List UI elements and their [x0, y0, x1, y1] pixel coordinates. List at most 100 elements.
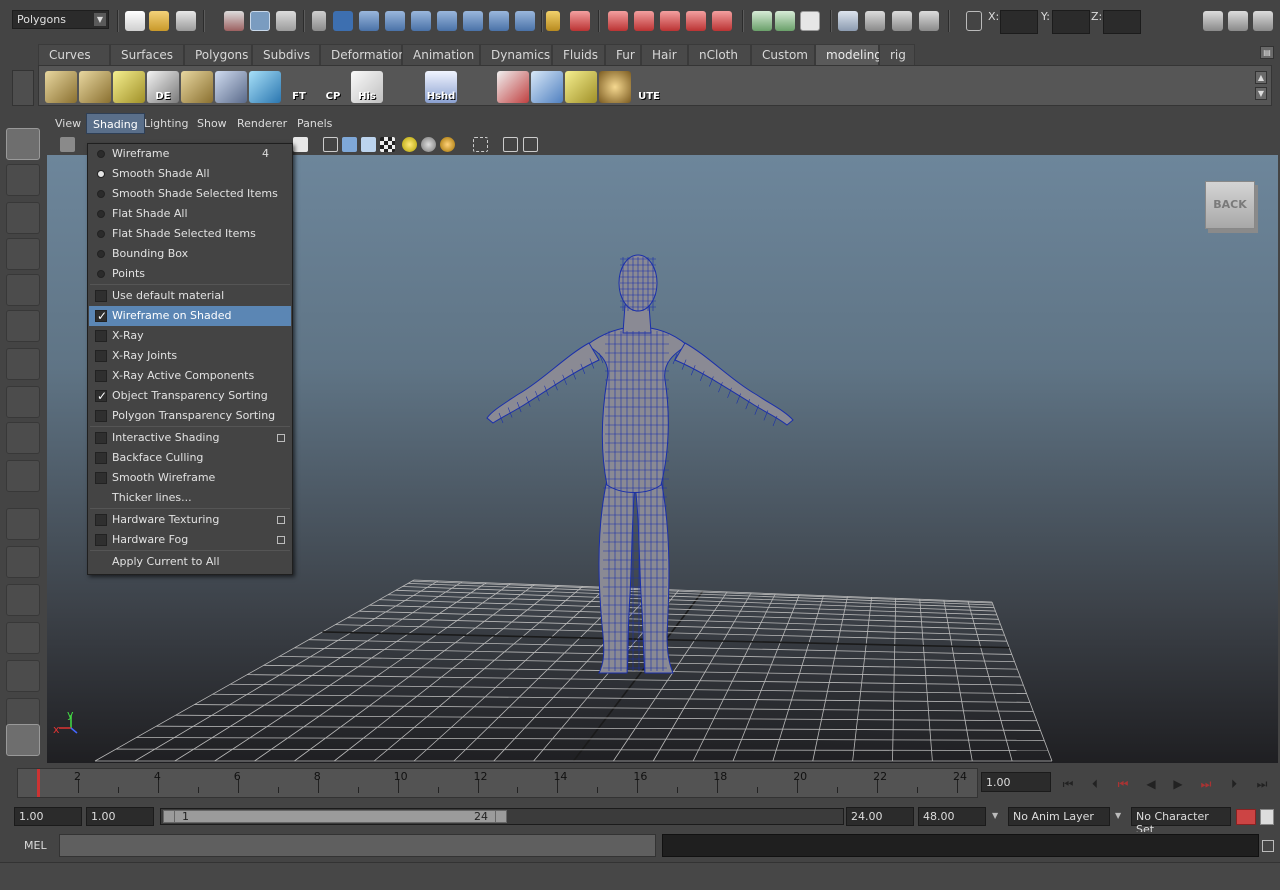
- view-cube[interactable]: BACK: [1205, 181, 1255, 229]
- uv-layout-icon[interactable]: [79, 71, 111, 103]
- range-slider-handle[interactable]: 1 24: [163, 810, 507, 823]
- input-output-icon[interactable]: [752, 11, 772, 31]
- shelf-tab-custom[interactable]: Custom: [751, 44, 815, 65]
- shelf-tab-subdivs[interactable]: Subdivs: [252, 44, 320, 65]
- shelf-tab-hair[interactable]: Hair: [641, 44, 688, 65]
- menu-item-polygon-transparency-sorting[interactable]: Polygon Transparency Sorting: [89, 406, 291, 426]
- snap-view-plane-icon[interactable]: [686, 11, 706, 31]
- menu-item-bounding-box[interactable]: Bounding Box: [89, 244, 291, 264]
- rotate-tool-icon[interactable]: [6, 274, 40, 306]
- select-deformations-icon[interactable]: [437, 11, 457, 31]
- anim-layer-field[interactable]: No Anim Layer: [1008, 807, 1110, 826]
- curve-icon[interactable]: [249, 71, 281, 103]
- snap-live-surface-icon[interactable]: [712, 11, 732, 31]
- chevron-down-icon[interactable]: ▼: [1115, 811, 1125, 821]
- render-current-frame-icon[interactable]: [865, 11, 885, 31]
- script-icon-3[interactable]: [705, 71, 737, 103]
- menu-item-x-ray[interactable]: X-Ray: [89, 326, 291, 346]
- curve-tool-icon[interactable]: [463, 71, 495, 103]
- his-script-icon[interactable]: His: [351, 71, 383, 103]
- uv-mapping-icon[interactable]: [113, 71, 145, 103]
- select-component-icon[interactable]: [276, 11, 296, 31]
- play-backward-icon[interactable]: ◀: [1141, 775, 1161, 793]
- shelf-tab-fur[interactable]: Fur: [605, 44, 641, 65]
- lasso-tool-icon[interactable]: [6, 164, 40, 196]
- go-to-start-icon[interactable]: ⏮: [1058, 775, 1078, 793]
- ft-script-icon[interactable]: FT: [283, 71, 315, 103]
- select-rendering-icon[interactable]: [489, 11, 509, 31]
- transform-field-icon[interactable]: [966, 11, 982, 31]
- range-handle-left[interactable]: [167, 811, 175, 822]
- render-settings-icon[interactable]: [919, 11, 939, 31]
- select-curves-icon[interactable]: [385, 11, 405, 31]
- go-to-end-icon[interactable]: ⏭: [1252, 775, 1272, 793]
- xray-components-icon[interactable]: [542, 137, 557, 152]
- smooth-shading-icon[interactable]: [342, 137, 357, 152]
- menu-item-thicker-lines[interactable]: Thicker lines...: [89, 488, 291, 508]
- menu-item-wireframe[interactable]: Wireframe 4: [89, 144, 291, 164]
- x-field[interactable]: [1000, 10, 1038, 34]
- globe-icon[interactable]: [599, 71, 631, 103]
- shelf-tab-animation[interactable]: Animation: [402, 44, 480, 65]
- paint-select-tool-icon[interactable]: [6, 202, 40, 234]
- shelf-scroll-down-icon[interactable]: ▼: [1255, 87, 1267, 100]
- soft-mod-tool-icon[interactable]: [6, 386, 40, 418]
- option-box-icon[interactable]: [277, 536, 285, 544]
- all-lights-icon[interactable]: [421, 137, 436, 152]
- construction-history-icon[interactable]: [775, 11, 795, 31]
- playback-end-field[interactable]: 24.00: [846, 807, 914, 826]
- cp-script-icon[interactable]: CP: [317, 71, 349, 103]
- select-hierarchy-icon[interactable]: [224, 11, 244, 31]
- range-slider-bar[interactable]: 1 24: [160, 808, 844, 825]
- option-box-icon[interactable]: [277, 516, 285, 524]
- panel-menu-view[interactable]: View: [49, 113, 87, 134]
- xray-icon[interactable]: [503, 137, 518, 152]
- option-box-icon[interactable]: [277, 434, 285, 442]
- menu-item-interactive-shading[interactable]: Interactive Shading: [89, 428, 291, 448]
- shelf-handle[interactable]: [12, 70, 34, 106]
- snap-curve-icon[interactable]: [634, 11, 654, 31]
- uv-edit-icon[interactable]: [181, 71, 213, 103]
- save-scene-icon[interactable]: [176, 11, 196, 31]
- menu-set-dropdown[interactable]: Polygons ▼: [12, 10, 109, 29]
- textured-icon[interactable]: [380, 137, 395, 152]
- wireframe-shading-icon[interactable]: [323, 137, 338, 152]
- attribute-editor-icon[interactable]: [1203, 11, 1223, 31]
- xray-joints-icon[interactable]: [523, 137, 538, 152]
- scale-tool-icon[interactable]: [6, 310, 40, 342]
- select-dynamics-icon[interactable]: [463, 11, 483, 31]
- menu-item-x-ray-active-components[interactable]: X-Ray Active Components: [89, 366, 291, 386]
- command-language-label[interactable]: MEL: [24, 839, 47, 852]
- animation-start-field[interactable]: 1.00: [14, 807, 82, 826]
- cone-smooth-icon[interactable]: [531, 71, 563, 103]
- lock-selection-icon[interactable]: [546, 11, 560, 31]
- animation-end-field[interactable]: 48.00: [918, 807, 986, 826]
- default-light-icon[interactable]: [402, 137, 417, 152]
- ute-script-icon[interactable]: UTE: [633, 71, 665, 103]
- menu-item-hardware-texturing[interactable]: Hardware Texturing: [89, 510, 291, 530]
- panel-menu-show[interactable]: Show: [191, 113, 233, 134]
- snap-point-icon[interactable]: [660, 11, 680, 31]
- play-forward-icon[interactable]: ▶: [1168, 775, 1188, 793]
- step-back-frame-icon[interactable]: ⏴: [1085, 775, 1105, 793]
- shelf-tab-fluids[interactable]: Fluids: [552, 44, 605, 65]
- script-icon-1[interactable]: [391, 71, 423, 103]
- menu-item-wireframe-on-shaded[interactable]: Wireframe on Shaded: [89, 306, 291, 326]
- panel-menu-panels[interactable]: Panels: [291, 113, 338, 134]
- select-surfaces-icon[interactable]: [411, 11, 431, 31]
- step-forward-key-icon[interactable]: ⏭: [1196, 775, 1216, 793]
- camera-icon[interactable]: [60, 137, 75, 152]
- highlight-selection-icon[interactable]: [570, 11, 590, 31]
- select-joints-icon[interactable]: [359, 11, 379, 31]
- ipr-render-icon[interactable]: [892, 11, 912, 31]
- empty-tool-slot[interactable]: [6, 460, 40, 492]
- manipulator-tool-icon[interactable]: [6, 348, 40, 380]
- cone-icon[interactable]: [497, 71, 529, 103]
- menu-item-flat-shade-all[interactable]: Flat Shade All: [89, 204, 291, 224]
- single-perspective-layout-icon[interactable]: [6, 508, 40, 540]
- menu-item-x-ray-joints[interactable]: X-Ray Joints: [89, 346, 291, 366]
- script-editor-icon[interactable]: [1262, 840, 1274, 852]
- z-field[interactable]: [1103, 10, 1141, 34]
- history-toggle-icon[interactable]: [800, 11, 820, 31]
- y-field[interactable]: [1052, 10, 1090, 34]
